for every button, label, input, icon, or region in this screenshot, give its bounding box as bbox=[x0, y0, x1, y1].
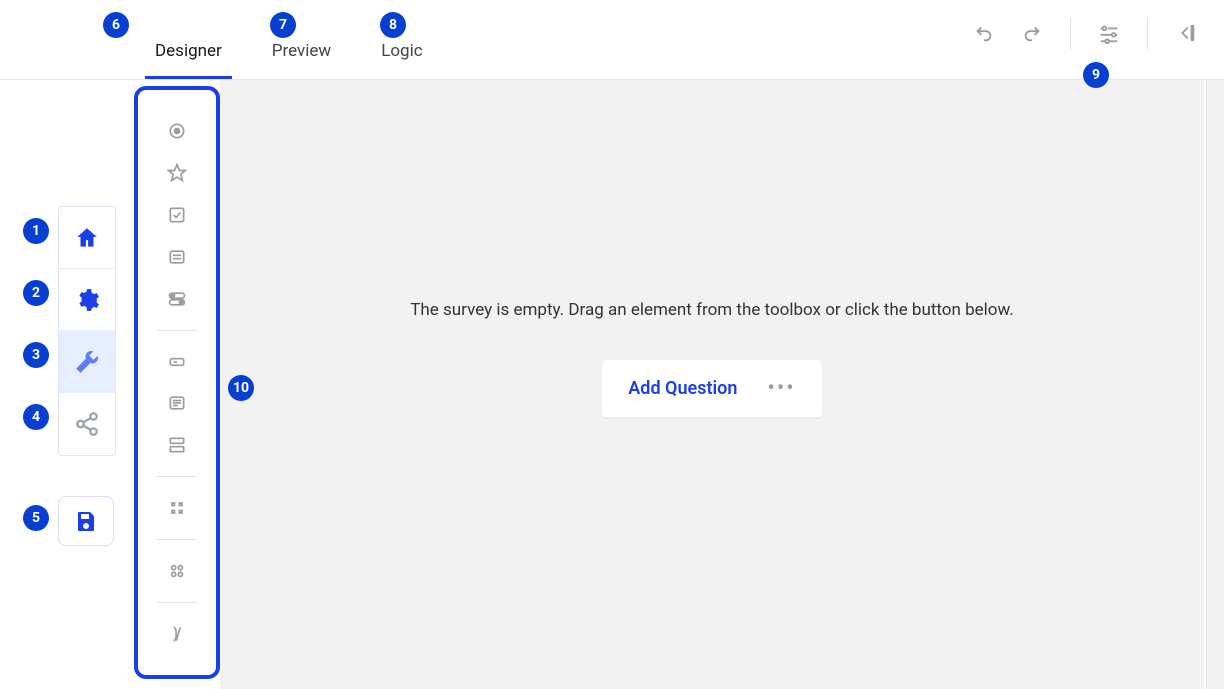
callout-badge: 2 bbox=[23, 280, 49, 306]
top-bar: Designer Preview Logic bbox=[0, 0, 1224, 80]
tab-designer[interactable]: Designer bbox=[155, 41, 222, 79]
toolbox-separator bbox=[157, 330, 197, 331]
callout-badge: 5 bbox=[23, 505, 49, 531]
toolbox-dropdown-icon[interactable] bbox=[138, 236, 216, 278]
toolbox-radiogroup-icon[interactable] bbox=[138, 110, 216, 152]
settings-panel-button[interactable] bbox=[1091, 15, 1127, 51]
tab-preview[interactable]: Preview bbox=[272, 41, 331, 79]
divider bbox=[1070, 17, 1071, 49]
question-toolbox bbox=[134, 86, 220, 679]
sidebar-item-save[interactable] bbox=[58, 496, 114, 546]
designer-canvas: The survey is empty. Drag an element fro… bbox=[220, 80, 1204, 689]
toolbox-matrixdropdown-icon[interactable] bbox=[138, 550, 216, 592]
left-sidebar bbox=[58, 206, 116, 456]
toolbox-expression-icon[interactable] bbox=[138, 613, 216, 655]
empty-survey-message: The survey is empty. Drag an element fro… bbox=[410, 300, 1013, 320]
toolbox-rating-icon[interactable] bbox=[138, 152, 216, 194]
callout-badge: 4 bbox=[23, 404, 49, 430]
top-actions bbox=[966, 0, 1204, 79]
sidebar-item-share[interactable] bbox=[59, 393, 115, 455]
sidebar-item-home[interactable] bbox=[59, 207, 115, 269]
divider bbox=[1147, 17, 1148, 49]
collapse-panel-button[interactable] bbox=[1168, 15, 1204, 51]
sidebar-item-build[interactable] bbox=[59, 331, 115, 393]
toolbox-matrix-icon[interactable] bbox=[138, 487, 216, 529]
toolbox-text-icon[interactable] bbox=[138, 341, 216, 383]
tab-strip: Designer Preview Logic bbox=[155, 0, 423, 79]
toolbox-multipletext-icon[interactable] bbox=[138, 424, 216, 466]
toolbox-boolean-icon[interactable] bbox=[138, 278, 216, 320]
callout-badge: 1 bbox=[23, 218, 49, 244]
add-question-button[interactable]: Add Question bbox=[628, 378, 737, 399]
toolbox-separator bbox=[157, 476, 197, 477]
toolbox-comment-icon[interactable] bbox=[138, 382, 216, 424]
tab-logic[interactable]: Logic bbox=[381, 41, 422, 79]
undo-button[interactable] bbox=[966, 15, 1002, 51]
toolbox-checkbox-icon[interactable] bbox=[138, 194, 216, 236]
sidebar-item-settings[interactable] bbox=[59, 269, 115, 331]
redo-button[interactable] bbox=[1014, 15, 1050, 51]
callout-badge: 3 bbox=[23, 342, 49, 368]
add-question-panel: Add Question ••• bbox=[602, 360, 821, 417]
right-gutter bbox=[1206, 0, 1224, 689]
toolbox-separator bbox=[157, 539, 197, 540]
toolbox-separator bbox=[157, 602, 197, 603]
